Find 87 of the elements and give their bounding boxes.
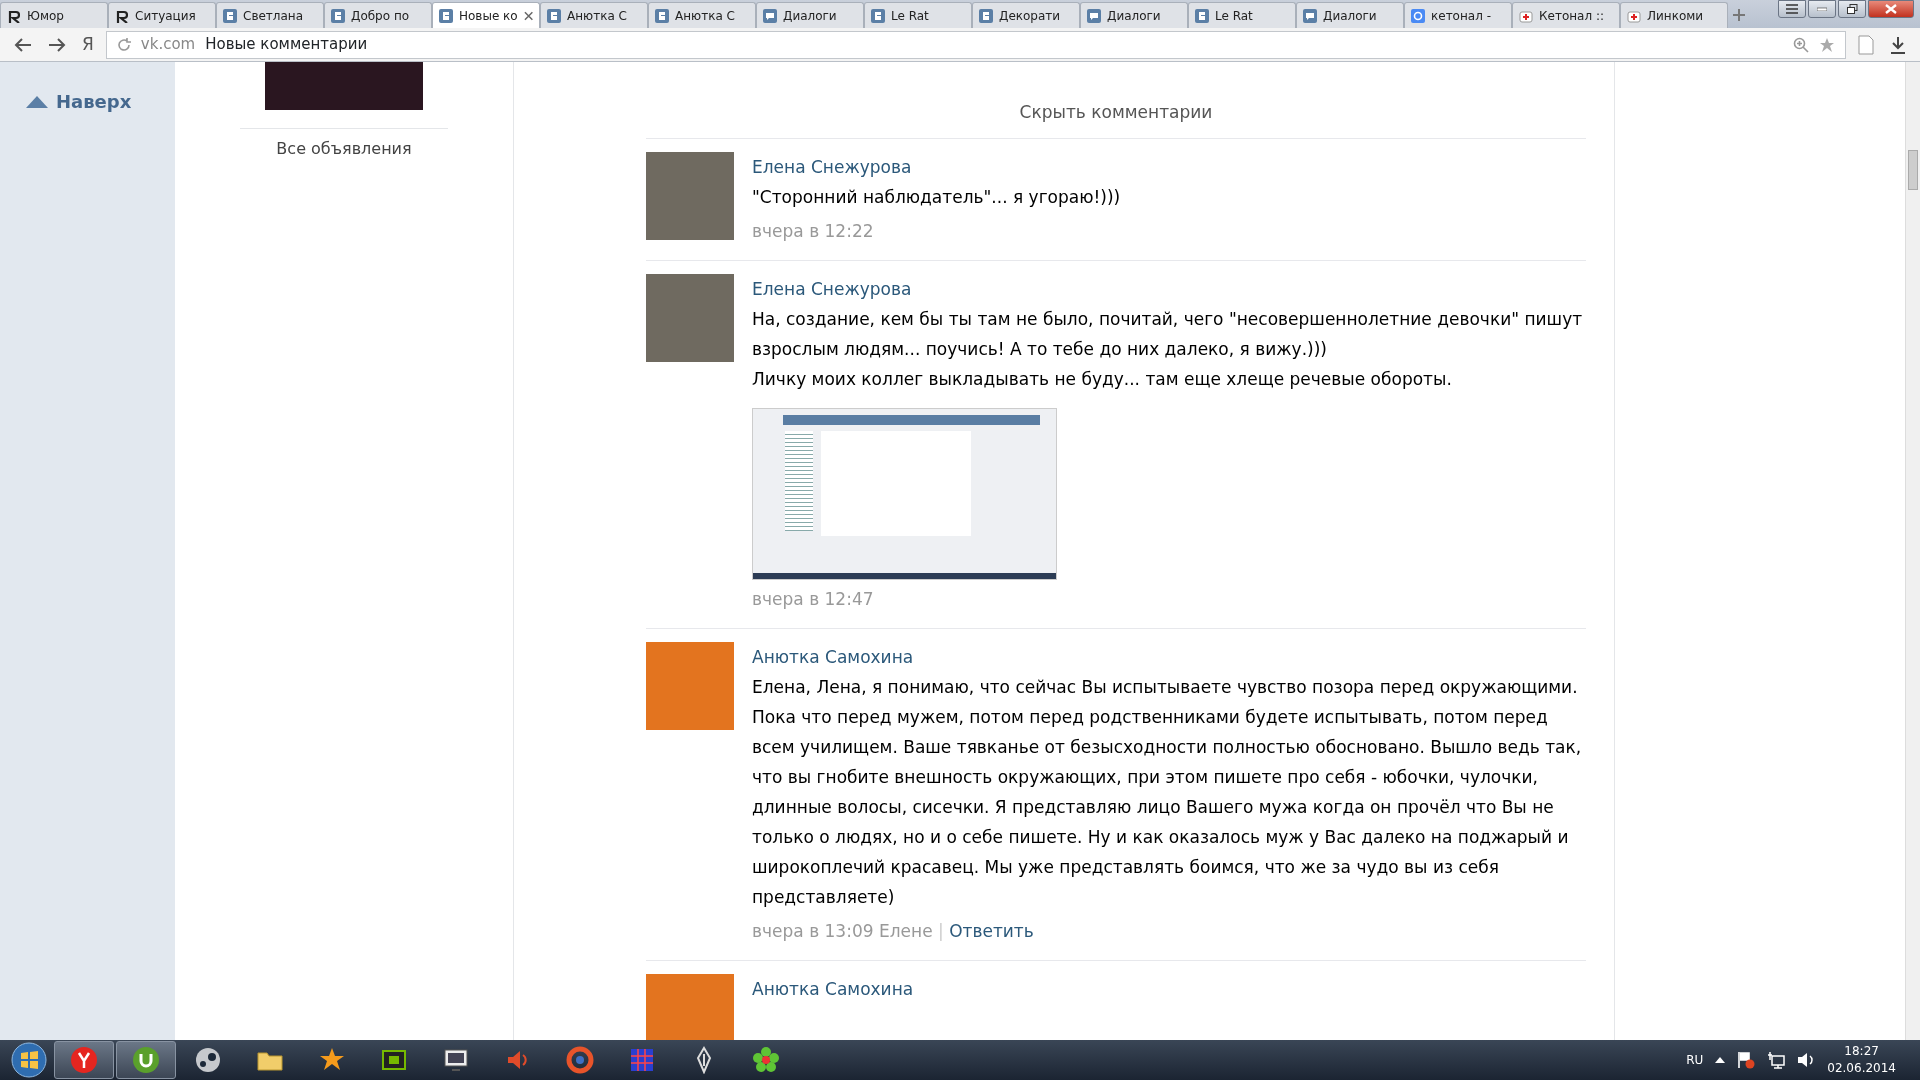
browser-tab[interactable]: Диалоги xyxy=(756,2,864,28)
browser-tab[interactable]: Диалоги xyxy=(1080,2,1188,28)
browser-tab[interactable]: Светлана xyxy=(216,2,324,28)
restore-icon xyxy=(1846,4,1858,14)
network-icon xyxy=(1767,1051,1786,1069)
language-indicator[interactable]: RU xyxy=(1686,1051,1704,1069)
download-icon xyxy=(1890,35,1906,54)
close-icon xyxy=(523,10,533,21)
speech-bubble-icon xyxy=(763,8,777,23)
medical-cross-icon xyxy=(1627,8,1641,23)
close-button[interactable] xyxy=(1868,0,1914,18)
all-ads-link[interactable]: Все объявления xyxy=(240,128,448,161)
speech-bubble-icon xyxy=(1087,8,1101,23)
restore-button[interactable] xyxy=(1838,0,1866,18)
windows-logo-icon xyxy=(11,1042,47,1078)
volume-icon xyxy=(1797,1051,1816,1069)
plus-icon xyxy=(1732,8,1746,22)
address-title: Новые комментарии xyxy=(205,34,369,56)
clock-date: 02.06.2014 xyxy=(1827,1060,1896,1077)
star-icon xyxy=(1819,36,1835,53)
browser-tab[interactable]: Le Rat xyxy=(1188,2,1296,28)
author-link[interactable]: Елена Снежурова xyxy=(752,278,912,299)
browser-tab[interactable]: Кетонал :: xyxy=(1512,2,1620,28)
page-icon xyxy=(1858,34,1874,55)
minimize-button[interactable] xyxy=(1808,0,1836,18)
zoom-icon xyxy=(1793,36,1809,53)
author-link[interactable]: Анютка Самохина xyxy=(752,646,914,667)
separator-text: | xyxy=(938,920,944,941)
minimize-icon xyxy=(1817,7,1827,11)
browser-tab[interactable]: Анютка С xyxy=(540,2,648,28)
reload-icon xyxy=(116,37,131,52)
close-icon xyxy=(1885,4,1897,14)
reply-link[interactable]: Ответить xyxy=(949,920,1034,941)
scrollbar[interactable] xyxy=(1905,62,1920,1040)
screenshot-drawing[interactable] xyxy=(752,407,1057,580)
up-caret-icon xyxy=(1715,1057,1726,1063)
circle-icon xyxy=(70,1046,98,1074)
browser-tab[interactable]: кетонал - xyxy=(1404,2,1512,28)
back-to-top-link[interactable]: Наверх xyxy=(0,88,175,115)
comment-text: Елена, Лена, я понимаю, что сейчас Вы испытываете чувство позора перед окружающими. Пока что перед мужем, потом перед родственниками будете испытывать, потом перед всем училищем. Ваше тявканье от безысходности полностью обосновано. Вышло ведь так, что вы гнобите внешность окружающих, при этом пишете про себя - юбочки, чулочки, длинные волосы, сисечки. Я представляю лицо Вашего мужа когда он прочёл что Вы не только о людях, но и о себе пишете. Ну и как оказалось муж у Вас далеко на поджарый и широкоплечий красавец. Мы уже представлять боимся, что же за чудо вы из себя представляете) xyxy=(752,675,1583,909)
square-icon xyxy=(979,8,993,23)
comment-time: вчера в 12:22 xyxy=(752,220,874,241)
clock-time: 18:27 xyxy=(1843,1043,1880,1060)
hide-comments-link[interactable]: Скрыть комментарии xyxy=(646,62,1586,139)
browser-tab[interactable]: Анютка С xyxy=(648,2,756,28)
monitor-icon xyxy=(442,1046,470,1074)
browser-tab[interactable]: Диалоги xyxy=(1296,2,1404,28)
yandex-button[interactable]: Я xyxy=(78,31,98,58)
forward-arrow-icon xyxy=(48,37,66,52)
address-field[interactable]: vk.com Новые комментарии xyxy=(105,30,1846,59)
browser-tab[interactable]: Добро по xyxy=(324,2,432,28)
square-icon xyxy=(871,8,885,23)
reply-to-text: Елене xyxy=(878,920,933,941)
taskbar-app-button[interactable] xyxy=(54,1041,114,1079)
circle-icon xyxy=(132,1046,160,1074)
comment-text: На, создание, кем бы ты там не было, почитай, чего "несовершеннолетние девочки" пишут взрослым людям... поучись! А то тебе до них далеко, я вижу.))) xyxy=(752,307,1584,361)
author-link[interactable]: Анютка Самохина xyxy=(752,978,914,999)
flag-icon xyxy=(1737,1051,1756,1069)
square-icon xyxy=(439,8,453,23)
back-arrow-icon xyxy=(14,37,32,52)
browser-tab[interactable]: Юмор xyxy=(0,2,108,28)
square-icon xyxy=(223,8,237,23)
browser-tab[interactable]: Линкоми xyxy=(1620,2,1728,28)
speech-bubble-icon xyxy=(1303,8,1317,23)
author-link[interactable]: Елена Снежурова xyxy=(752,156,912,177)
square-icon xyxy=(1195,8,1209,23)
address-domain: vk.com xyxy=(140,34,196,56)
up-triangle-icon xyxy=(26,95,48,108)
square-icon xyxy=(547,8,561,23)
swirl-icon xyxy=(566,1046,594,1074)
browser-tab[interactable]: Новые ко xyxy=(432,2,540,28)
taskbar-app-button[interactable] xyxy=(116,1041,176,1079)
menu-button[interactable] xyxy=(1778,0,1806,18)
menu-icon xyxy=(1785,4,1799,14)
browser-tab[interactable]: Le Rat xyxy=(864,2,972,28)
flower-icon xyxy=(752,1046,780,1074)
browser-tab[interactable]: Ситуация xyxy=(108,2,216,28)
comment-time: вчера в 12:47 xyxy=(752,588,874,609)
comment-text: Личку моих коллег выкладывать не буду... там еще хлеще речевые обороты. xyxy=(752,367,1453,391)
square-icon xyxy=(655,8,669,23)
browser-tab[interactable]: Декорати xyxy=(972,2,1080,28)
square-icon xyxy=(1411,8,1425,23)
comment-text: "Сторонний наблюдатель"... я угораю!))) xyxy=(752,185,1122,209)
comment-time: вчера в 13:09 xyxy=(752,920,874,941)
square-icon xyxy=(331,8,345,23)
medical-cross-icon xyxy=(1519,8,1533,23)
grid-icon xyxy=(628,1046,656,1074)
